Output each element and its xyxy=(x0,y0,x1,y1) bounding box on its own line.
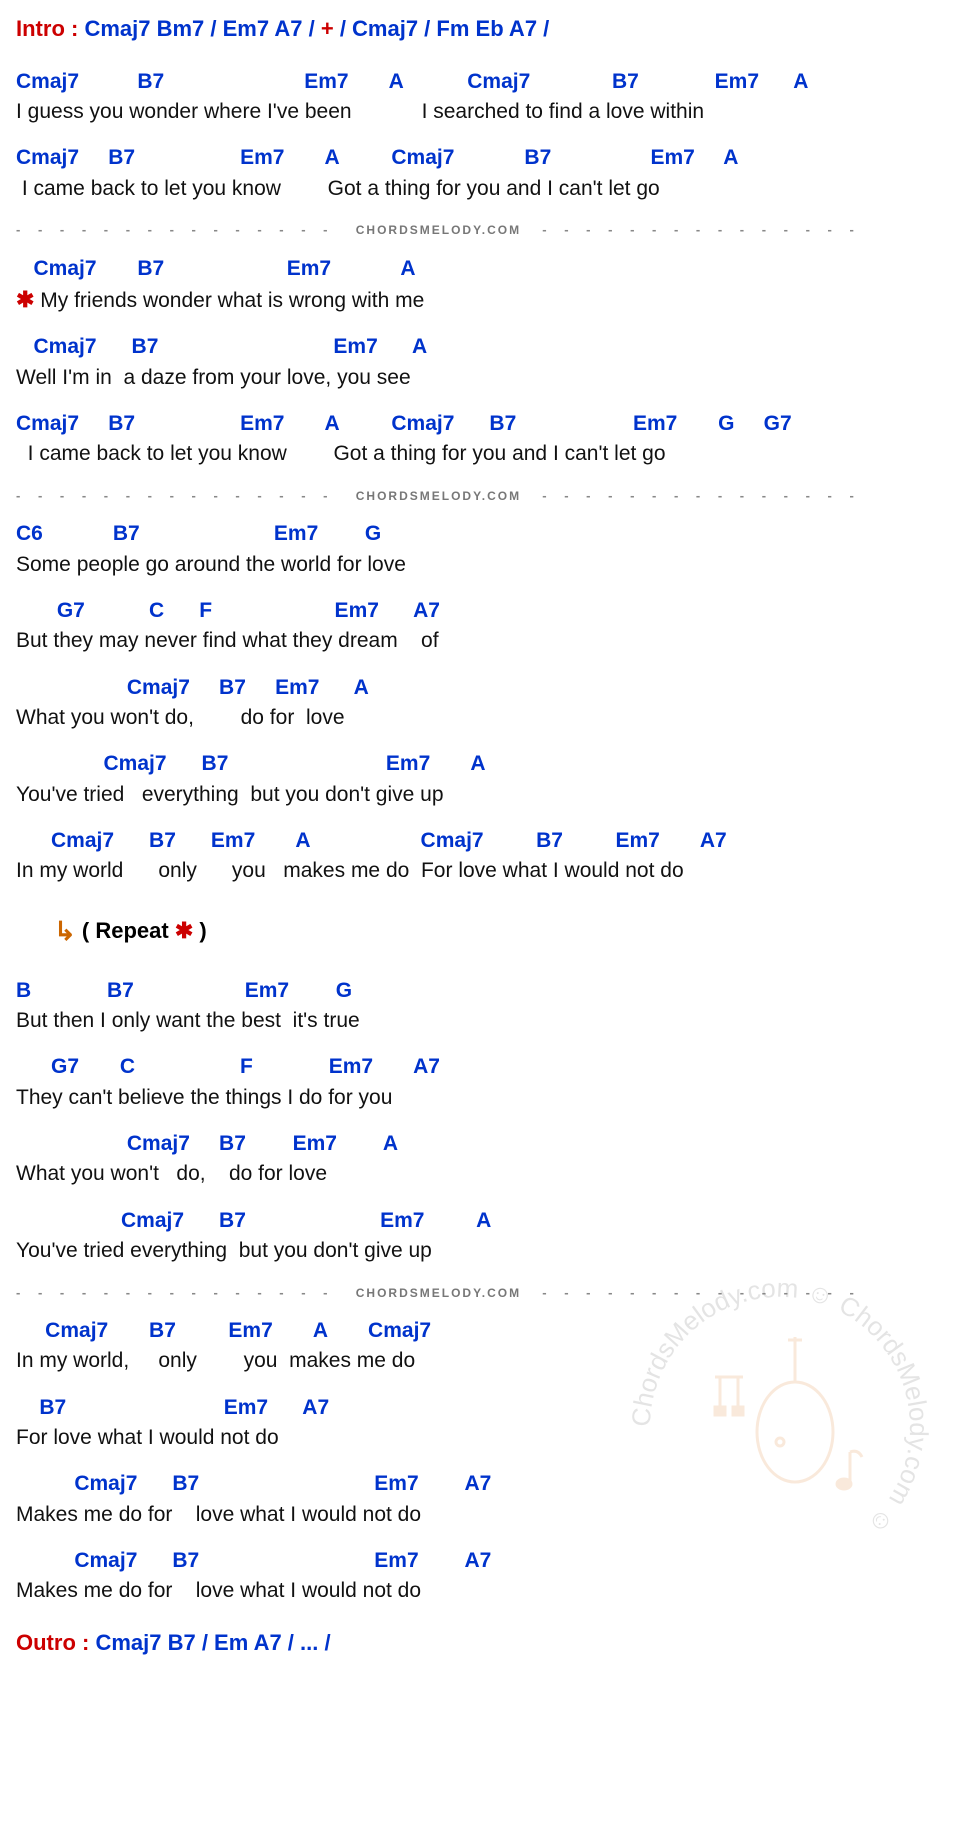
repeat-instruction: ↳ ( Repeat ✱ ) xyxy=(54,914,964,949)
verse-1-line-1: Cmaj7 B7 Em7 A Cmaj7 B7 Em7 A I guess yo… xyxy=(16,68,964,127)
lyric-row: You've tried everything but you don't gi… xyxy=(16,781,964,809)
lyric-row: Makes me do for love what I would not do xyxy=(16,1577,964,1605)
verse-2-line-3: Cmaj7 B7 Em7 A Cmaj7 B7 Em7 G G7 I came … xyxy=(16,410,964,469)
lyric-row: I came back to let you know Got a thing … xyxy=(16,175,964,203)
chord-row: C6 B7 Em7 G xyxy=(16,520,964,548)
ending-line-3: Cmaj7 B7 Em7 A7 Makes me do for love wha… xyxy=(16,1470,964,1529)
intro-plus: + xyxy=(321,16,334,41)
separator-1: - - - - - - - - - - - - - - - CHORDSMELO… xyxy=(16,221,964,239)
chord-row: Cmaj7 B7 Em7 A xyxy=(16,1207,964,1235)
chord-row: Cmaj7 B7 Em7 A Cmaj7 B7 Em7 A xyxy=(16,144,964,172)
bridge-line-2: G7 C F Em7 A7 But they may never find wh… xyxy=(16,597,964,656)
separator-brand: CHORDSMELODY.COM xyxy=(356,223,521,237)
lyric-row: In my world only you makes me do For lov… xyxy=(16,857,964,885)
separator-brand: CHORDSMELODY.COM xyxy=(356,1286,521,1300)
lyric-row: They can't believe the things I do for y… xyxy=(16,1084,964,1112)
chord-row: Cmaj7 B7 Em7 A Cmaj7 B7 Em7 A xyxy=(16,68,964,96)
intro-line: Intro : Cmaj7 Bm7 / Em7 A7 / + / Cmaj7 /… xyxy=(16,14,964,44)
chord-row: G7 C F Em7 A7 xyxy=(16,597,964,625)
bridge-line-5: Cmaj7 B7 Em7 A Cmaj7 B7 Em7 A7 In my wor… xyxy=(16,827,964,886)
lyric-row: I came back to let you know Got a thing … xyxy=(16,440,964,468)
bridge-line-3: Cmaj7 B7 Em7 A What you won't do, do for… xyxy=(16,674,964,733)
chord-row: B B7 Em7 G xyxy=(16,977,964,1005)
intro-chords-1: Cmaj7 Bm7 / Em7 A7 / xyxy=(78,16,321,41)
bridge-line-1: C6 B7 Em7 G Some people go around the wo… xyxy=(16,520,964,579)
lyric-row: Some people go around the world for love xyxy=(16,551,964,579)
verse-3-line-2: G7 C F Em7 A7 They can't believe the thi… xyxy=(16,1053,964,1112)
lyric-row: But they may never find what they dream … xyxy=(16,627,964,655)
intro-chords-2: / Cmaj7 / Fm Eb A7 / xyxy=(334,16,550,41)
lyric-row: What you won't do, do for love xyxy=(16,704,964,732)
chord-row: Cmaj7 B7 Em7 A xyxy=(16,750,964,778)
separator-brand: CHORDSMELODY.COM xyxy=(356,489,521,503)
chord-row: G7 C F Em7 A7 xyxy=(16,1053,964,1081)
verse-1-line-2: Cmaj7 B7 Em7 A Cmaj7 B7 Em7 A I came bac… xyxy=(16,144,964,203)
chord-row: Cmaj7 B7 Em7 A xyxy=(16,333,964,361)
separator-2: - - - - - - - - - - - - - - - CHORDSMELO… xyxy=(16,487,964,505)
lyric-row: ✱ My friends wonder what is wrong with m… xyxy=(16,285,964,315)
lyric-row: You've tried everything but you don't gi… xyxy=(16,1237,964,1265)
chord-row: Cmaj7 B7 Em7 A Cmaj7 B7 Em7 A7 xyxy=(16,827,964,855)
verse-2-line-2: Cmaj7 B7 Em7 A Well I'm in a daze from y… xyxy=(16,333,964,392)
star-marker: ✱ xyxy=(16,287,34,312)
ending-line-2: B7 Em7 A7 For love what I would not do xyxy=(16,1394,964,1453)
outro-chords: Cmaj7 B7 / Em A7 / ... / xyxy=(89,1630,330,1655)
chord-row: Cmaj7 B7 Em7 A Cmaj7 xyxy=(16,1317,964,1345)
verse-3-line-4: Cmaj7 B7 Em7 A You've tried everything b… xyxy=(16,1207,964,1266)
ending-line-4: Cmaj7 B7 Em7 A7 Makes me do for love wha… xyxy=(16,1547,964,1606)
separator-3: - - - - - - - - - - - - - - - CHORDSMELO… xyxy=(16,1284,964,1302)
intro-label: Intro : xyxy=(16,16,78,41)
repeat-star: ✱ xyxy=(175,918,193,943)
repeat-close: ) xyxy=(193,918,206,943)
lyric-row: For love what I would not do xyxy=(16,1424,964,1452)
outro-label: Outro : xyxy=(16,1630,89,1655)
chord-row: Cmaj7 B7 Em7 A7 xyxy=(16,1547,964,1575)
verse-3-line-3: Cmaj7 B7 Em7 A What you won't do, do for… xyxy=(16,1130,964,1189)
lyric-text: My friends wonder what is wrong with me xyxy=(34,289,424,312)
lyric-row: I guess you wonder where I've been I sea… xyxy=(16,98,964,126)
chord-row: B7 Em7 A7 xyxy=(16,1394,964,1422)
repeat-text: ( Repeat xyxy=(76,918,175,943)
ending-line-1: Cmaj7 B7 Em7 A Cmaj7 In my world, only y… xyxy=(16,1317,964,1376)
chord-row: Cmaj7 B7 Em7 A xyxy=(16,1130,964,1158)
lyric-row: In my world, only you makes me do xyxy=(16,1347,964,1375)
verse-3-line-1: B B7 Em7 G But then I only want the best… xyxy=(16,977,964,1036)
repeat-arrow-icon: ↳ xyxy=(54,916,76,946)
bridge-line-4: Cmaj7 B7 Em7 A You've tried everything b… xyxy=(16,750,964,809)
chord-row: Cmaj7 B7 Em7 A Cmaj7 B7 Em7 G G7 xyxy=(16,410,964,438)
verse-2-line-1: Cmaj7 B7 Em7 A ✱ My friends wonder what … xyxy=(16,255,964,316)
outro-line: Outro : Cmaj7 B7 / Em A7 / ... / xyxy=(16,1628,964,1658)
lyric-row: Well I'm in a daze from your love, you s… xyxy=(16,364,964,392)
chord-row: Cmaj7 B7 Em7 A xyxy=(16,674,964,702)
lyric-row: Makes me do for love what I would not do xyxy=(16,1501,964,1529)
lyric-row: What you won't do, do for love xyxy=(16,1160,964,1188)
chord-row: Cmaj7 B7 Em7 A7 xyxy=(16,1470,964,1498)
chord-row: Cmaj7 B7 Em7 A xyxy=(16,255,964,283)
lyric-row: But then I only want the best it's true xyxy=(16,1007,964,1035)
